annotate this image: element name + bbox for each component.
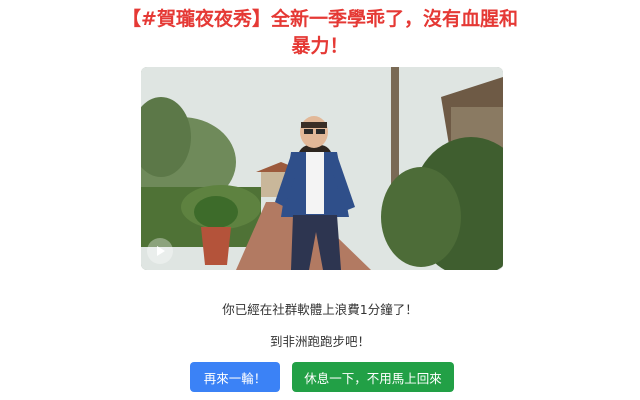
again-button[interactable]: 再來一輪！: [190, 362, 280, 392]
post-headline: 【#賀瓏夜夜秀】全新一季學乖了，沒有血腥和暴力！: [122, 8, 518, 57]
page: 【#賀瓏夜夜秀】全新一季學乖了，沒有血腥和暴力！ 你已經在社群軟體上浪費1分鐘了…: [0, 0, 640, 400]
play-icon[interactable]: [147, 238, 173, 264]
video-frame: [141, 67, 503, 270]
video-player[interactable]: [141, 67, 503, 270]
suggestion-message: 到非洲跑跑步吧！: [269, 334, 370, 349]
rest-button[interactable]: 休息一下，不用馬上回來: [292, 362, 454, 392]
wasted-time-message: 你已經在社群軟體上浪費1分鐘了！: [222, 302, 418, 317]
